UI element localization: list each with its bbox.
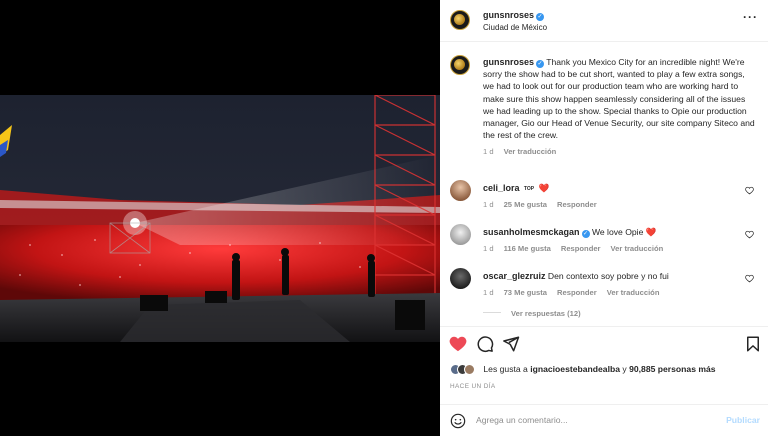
likes-summary: Les gusta a ignacioestebandealba y 90,88…: [450, 364, 716, 375]
add-comment-bar: Publicar: [440, 404, 768, 436]
comment-input[interactable]: [476, 415, 696, 425]
like-comment-icon[interactable]: [745, 274, 754, 283]
post-caption: gunsnroses ✓ Thank you Mexico City for an…: [483, 56, 755, 159]
view-replies-button[interactable]: Ver respuestas (12): [483, 309, 581, 318]
comment-username[interactable]: celi_lora: [483, 183, 520, 193]
comment-avatar[interactable]: [450, 180, 471, 201]
comment-avatar[interactable]: [450, 268, 471, 289]
caption-avatar[interactable]: [450, 55, 470, 75]
comment-reply[interactable]: Responder: [561, 244, 601, 253]
verified-icon: ✓: [536, 13, 545, 21]
concert-photo[interactable]: [0, 95, 440, 342]
replies-divider: [483, 312, 501, 313]
likes-prefix: Les gusta a: [483, 364, 531, 374]
likes-user[interactable]: ignacioestebandealba: [530, 364, 620, 374]
comment-body: ❤️: [538, 183, 550, 193]
comment-reply[interactable]: Responder: [557, 288, 597, 297]
likes-middle: y: [620, 364, 630, 374]
comment-meta: 1 d 116 Me gusta Responder Ver traducción: [483, 244, 743, 253]
comment-likes[interactable]: 73 Me gusta: [504, 288, 547, 297]
caption-time: 1 d: [483, 147, 494, 157]
media-panel: [0, 0, 440, 436]
comment-avatar[interactable]: [450, 224, 471, 245]
comment-username[interactable]: susanholmesmckagan: [483, 227, 580, 237]
verified-icon: ✓: [581, 230, 590, 238]
share-icon[interactable]: [502, 335, 520, 353]
caption-text: Thank you Mexico City for an incredible …: [483, 57, 755, 141]
post-header: gunsnroses ✓ Ciudad de México ···: [440, 0, 768, 42]
comment-meta: 1 d 73 Me gusta Responder Ver traducción: [483, 288, 743, 297]
liker-avatar: [464, 364, 475, 375]
caption-username[interactable]: gunsnroses: [483, 57, 534, 67]
top-badge-icon: TOP: [523, 186, 535, 192]
publish-button[interactable]: Publicar: [726, 415, 760, 425]
author-avatar[interactable]: [450, 10, 470, 30]
post-actions: Les gusta a ignacioestebandealba y 90,88…: [440, 326, 768, 406]
author-username[interactable]: gunsnroses: [483, 10, 534, 20]
post-timestamp[interactable]: HACE UN DÍA: [450, 383, 496, 390]
verified-icon: ✓: [536, 60, 545, 68]
comment-body: We love Opie ❤️: [591, 227, 657, 237]
comment-time: 1 d: [483, 200, 494, 209]
comment-username[interactable]: oscar_glezruiz: [483, 271, 546, 281]
comment-meta: 1 d 25 Me gusta Responder: [483, 200, 743, 209]
view-replies-label: Ver respuestas (12): [511, 309, 581, 318]
heart-filled-icon[interactable]: [449, 335, 467, 353]
comment-time: 1 d: [483, 244, 494, 253]
like-comment-icon[interactable]: [745, 186, 754, 195]
comment-text: oscar_glezruiz Den contexto soy pobre y …: [483, 271, 743, 281]
comment-likes[interactable]: 25 Me gusta: [504, 200, 547, 209]
instagram-post-modal: gunsnroses ✓ Ciudad de México ··· gunsnro…: [0, 0, 768, 436]
comment-body: Den contexto soy pobre y no fui: [547, 271, 669, 281]
comment-text: celi_lora TOP ❤️: [483, 183, 743, 194]
comment-text: susanholmesmckagan ✓ We love Opie ❤️: [483, 227, 743, 238]
comment-time: 1 d: [483, 288, 494, 297]
comment-see-translation[interactable]: Ver traducción: [607, 288, 660, 297]
comment-reply[interactable]: Responder: [557, 200, 597, 209]
likes-count[interactable]: 90,885 personas más: [629, 364, 715, 374]
post-panel: gunsnroses ✓ Ciudad de México ··· gunsnro…: [440, 0, 768, 436]
comment-see-translation[interactable]: Ver traducción: [611, 244, 664, 253]
concert-photo-graphic: [0, 95, 440, 342]
caption-see-translation[interactable]: Ver traducción: [504, 147, 557, 156]
more-options-icon[interactable]: ···: [743, 10, 758, 24]
caption-meta: 1 d Ver traducción: [483, 146, 755, 158]
like-comment-icon[interactable]: [745, 230, 754, 239]
bookmark-icon[interactable]: [744, 335, 762, 353]
comment-icon[interactable]: [476, 335, 494, 353]
comment-likes[interactable]: 116 Me gusta: [504, 244, 551, 253]
post-location[interactable]: Ciudad de México: [483, 23, 547, 32]
emoji-icon[interactable]: [450, 413, 466, 429]
